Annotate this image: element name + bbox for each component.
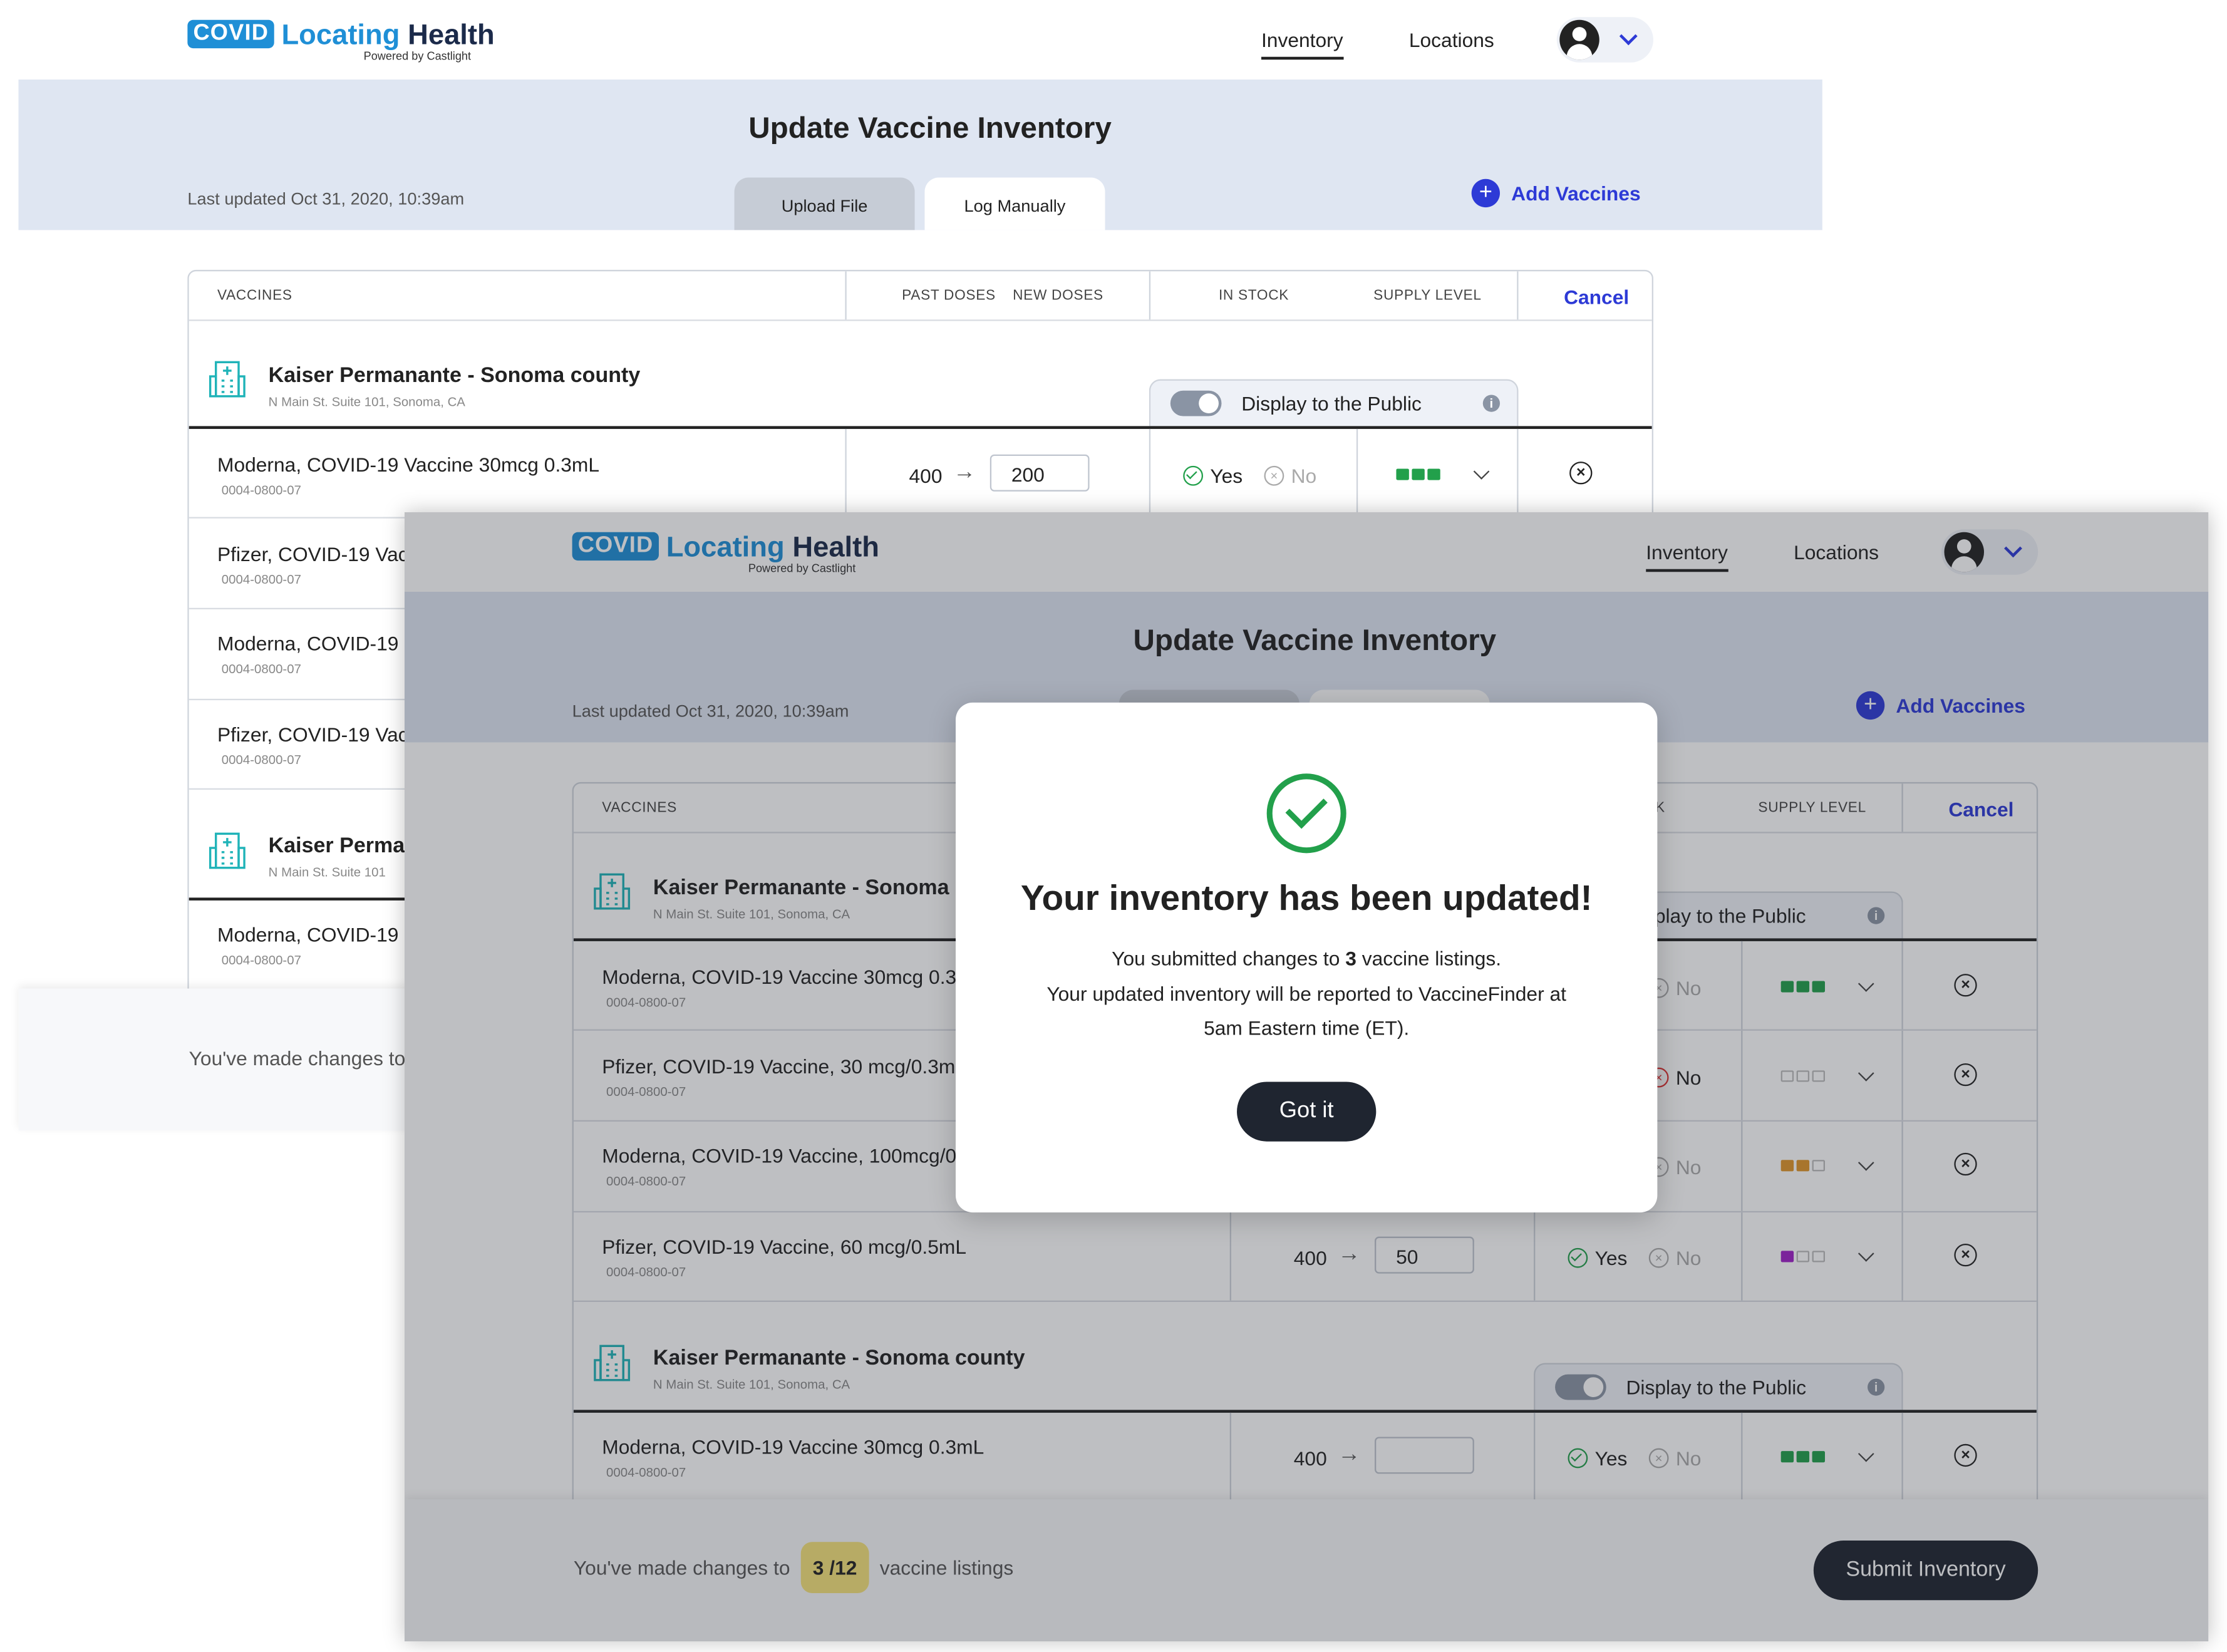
- chevron-down-icon: [1619, 27, 1638, 46]
- col-in-stock: IN STOCK: [1218, 288, 1289, 304]
- group-address: N Main St. Suite 101: [268, 865, 386, 879]
- logo[interactable]: COVID Locating Health: [187, 19, 495, 51]
- tab-log-manually[interactable]: Log Manually: [924, 177, 1105, 230]
- vaccine-name: Moderna, COVID-19: [217, 632, 399, 655]
- foreground-screen: COVID Locating Health Powered by Castlig…: [405, 512, 2209, 1642]
- nav-locations[interactable]: Locations: [1409, 28, 1494, 51]
- modal-title: Your inventory has been updated!: [1020, 879, 1593, 919]
- group-title: Kaiser Permar: [268, 834, 413, 858]
- vaccine-name: Pfizer, COVID-19 Vac: [217, 723, 408, 746]
- logo-covid: COVID: [187, 19, 275, 49]
- hospital-icon: [209, 361, 245, 398]
- vaccine-name: Pfizer, COVID-19 Vac: [217, 542, 408, 565]
- in-stock-yes[interactable]: Yes: [1183, 465, 1243, 487]
- info-icon[interactable]: i: [1482, 395, 1501, 412]
- vaccine-name: Moderna, COVID-19: [217, 923, 399, 946]
- changes-text: You've made changes to: [189, 1046, 406, 1070]
- col-supply-level: SUPPLY LEVEL: [1373, 288, 1482, 304]
- display-public-toggle-row: Display to the Public i: [1149, 379, 1519, 426]
- group-title: Kaiser Permanante - Sonoma county: [268, 363, 641, 388]
- vaccine-code: 0004-0800-07: [221, 753, 301, 767]
- page-title: Update Vaccine Inventory: [748, 112, 1112, 145]
- past-doses: 400: [909, 464, 943, 487]
- new-doses-input[interactable]: 200: [989, 454, 1090, 492]
- add-vaccines-button[interactable]: + Add Vaccines: [1471, 178, 1641, 208]
- success-modal: Your inventory has been updated! You sub…: [955, 702, 1658, 1213]
- group-address: N Main St. Suite 101, Sonoma, CA: [268, 395, 465, 410]
- check-circle-icon: [1183, 465, 1203, 486]
- col-vaccines: VACCINES: [217, 288, 292, 304]
- x-circle-icon: ×: [1264, 465, 1284, 486]
- check-circle-icon: [1266, 773, 1346, 854]
- col-new-doses: NEW DOSES: [1013, 288, 1103, 304]
- got-it-button[interactable]: Got it: [1237, 1082, 1377, 1142]
- vaccine-code: 0004-0800-07: [221, 572, 301, 587]
- user-avatar-icon: [1559, 19, 1599, 60]
- logo-health: Health: [408, 19, 495, 51]
- vaccine-name: Moderna, COVID-19 Vaccine 30mcg 0.3mL: [217, 453, 600, 476]
- logo-powered-by: Powered by Castlight: [363, 49, 472, 63]
- tab-upload-file[interactable]: Upload File: [734, 177, 915, 230]
- plus-icon: +: [1471, 178, 1501, 208]
- nav-inventory[interactable]: Inventory: [1261, 28, 1343, 60]
- last-updated: Last updated Oct 31, 2020, 10:39am: [187, 188, 465, 209]
- logo-locating: Locating: [281, 19, 400, 51]
- modal-message-line2: Your updated inventory will be reported …: [1046, 982, 1566, 1005]
- modal-message-line3: 5am Eastern time (ET).: [1204, 1016, 1410, 1040]
- hospital-icon: [209, 832, 245, 869]
- vaccine-code: 0004-0800-07: [221, 661, 301, 676]
- col-past-doses: PAST DOSES: [902, 288, 996, 304]
- modal-message-line1: You submitted changes to 3 vaccine listi…: [1112, 947, 1502, 970]
- add-vaccines-label: Add Vaccines: [1511, 182, 1641, 205]
- display-public-toggle[interactable]: [1170, 390, 1222, 416]
- chevron-down-icon[interactable]: [1473, 463, 1490, 480]
- supply-level-indicator[interactable]: [1396, 468, 1440, 480]
- remove-row-button[interactable]: ×: [1569, 462, 1593, 485]
- in-stock-no[interactable]: × No: [1264, 465, 1316, 487]
- cancel-button[interactable]: Cancel: [1564, 286, 1629, 308]
- vaccine-code: 0004-0800-07: [221, 952, 301, 968]
- arrow-right-icon: →: [953, 460, 976, 485]
- display-public-label: Display to the Public: [1241, 391, 1422, 415]
- vaccine-code: 0004-0800-07: [221, 483, 301, 497]
- account-menu[interactable]: [1556, 17, 1653, 63]
